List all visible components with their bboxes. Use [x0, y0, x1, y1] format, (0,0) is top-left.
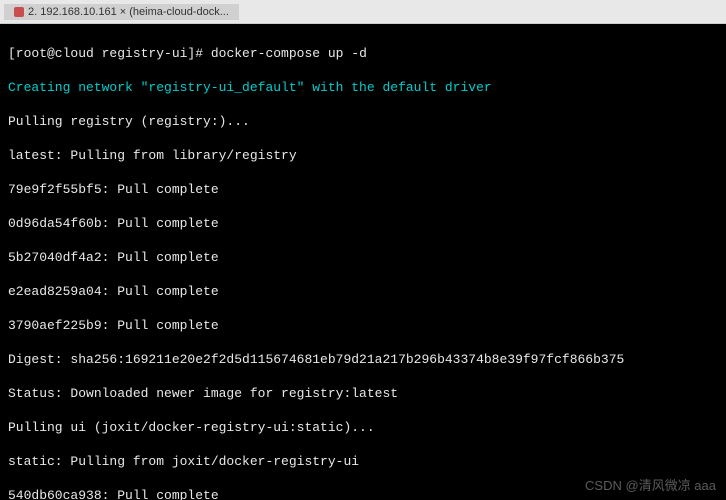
terminal-line: [root@cloud registry-ui]# docker-compose… — [8, 45, 718, 62]
terminal-line: 5b27040df4a2: Pull complete — [8, 249, 718, 266]
terminal-line: static: Pulling from joxit/docker-regist… — [8, 453, 718, 470]
terminal-line: 79e9f2f55bf5: Pull complete — [8, 181, 718, 198]
terminal-line: Digest: sha256:169211e20e2f2d5d115674681… — [8, 351, 718, 368]
terminal-line: Pulling registry (registry:)... — [8, 113, 718, 130]
terminal-line: Creating network "registry-ui_default" w… — [8, 79, 718, 96]
terminal-output[interactable]: [root@cloud registry-ui]# docker-compose… — [0, 24, 726, 500]
watermark-text: CSDN @清风微凉 aaa — [585, 475, 716, 494]
terminal-line: Status: Downloaded newer image for regis… — [8, 385, 718, 402]
prompt: [root@cloud registry-ui]# — [8, 46, 211, 61]
terminal-line: Pulling ui (joxit/docker-registry-ui:sta… — [8, 419, 718, 436]
tab-label: 2. 192.168.10.161 × (heima-cloud-dock... — [28, 6, 229, 18]
terminal-line: 0d96da54f60b: Pull complete — [8, 215, 718, 232]
command: docker-compose up -d — [211, 46, 367, 61]
terminal-line: latest: Pulling from library/registry — [8, 147, 718, 164]
terminal-line: e2ead8259a04: Pull complete — [8, 283, 718, 300]
browser-tab[interactable]: 2. 192.168.10.161 × (heima-cloud-dock... — [4, 4, 239, 20]
server-icon — [14, 7, 24, 17]
browser-tab-bar: 2. 192.168.10.161 × (heima-cloud-dock... — [0, 0, 726, 24]
terminal-line: 3790aef225b9: Pull complete — [8, 317, 718, 334]
